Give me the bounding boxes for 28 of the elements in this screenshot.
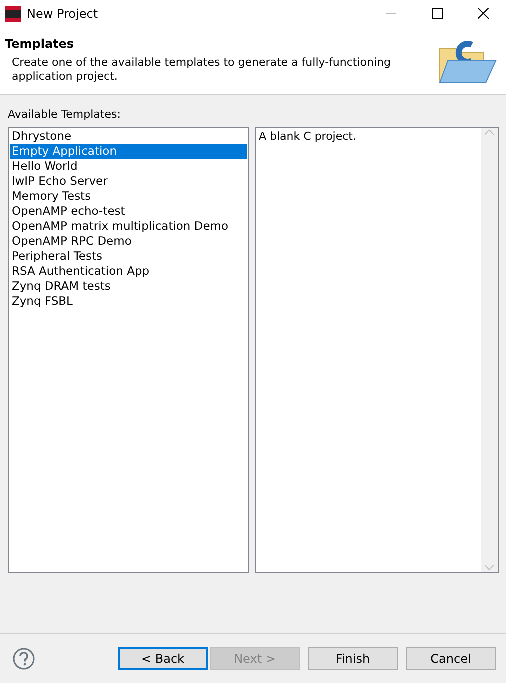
- template-item[interactable]: Zynq DRAM tests: [10, 278, 247, 294]
- scroll-down-icon[interactable]: [485, 564, 494, 570]
- template-description: A blank C project.: [259, 130, 356, 142]
- template-item[interactable]: OpenAMP echo-test: [10, 204, 247, 218]
- template-item[interactable]: RSA Authentication App: [10, 264, 247, 278]
- scrollbar[interactable]: [481, 128, 498, 572]
- template-item[interactable]: lwIP Echo Server: [10, 174, 247, 188]
- close-icon: [478, 8, 488, 19]
- maximize-icon: [432, 8, 442, 19]
- dialog-button[interactable]: < Back: [118, 647, 208, 670]
- templates-label: Available Templates:: [8, 107, 122, 123]
- minimize-icon: [386, 12, 396, 14]
- template-item[interactable]: Memory Tests: [10, 188, 247, 204]
- page-title: Templates: [5, 36, 76, 53]
- dialog-button[interactable]: Finish: [308, 647, 398, 670]
- app-icon: [5, 6, 21, 22]
- template-item[interactable]: Dhrystone: [10, 128, 247, 144]
- scroll-up-icon[interactable]: [485, 130, 494, 134]
- template-item[interactable]: Zynq FSBL: [10, 294, 247, 308]
- template-item[interactable]: Hello World: [10, 158, 247, 174]
- template-item[interactable]: Peripheral Tests: [10, 248, 247, 264]
- template-item[interactable]: Empty Application: [10, 144, 247, 158]
- page-description: Create one of the available templates to generate a fully-functioning application project.: [12, 56, 392, 84]
- dialog-button[interactable]: Cancel: [406, 647, 496, 670]
- template-item[interactable]: OpenAMP RPC Demo: [10, 234, 247, 248]
- template-item[interactable]: OpenAMP matrix multiplication Demo: [10, 218, 247, 234]
- window-title: New Project: [27, 6, 98, 22]
- help-icon[interactable]: [13, 648, 35, 670]
